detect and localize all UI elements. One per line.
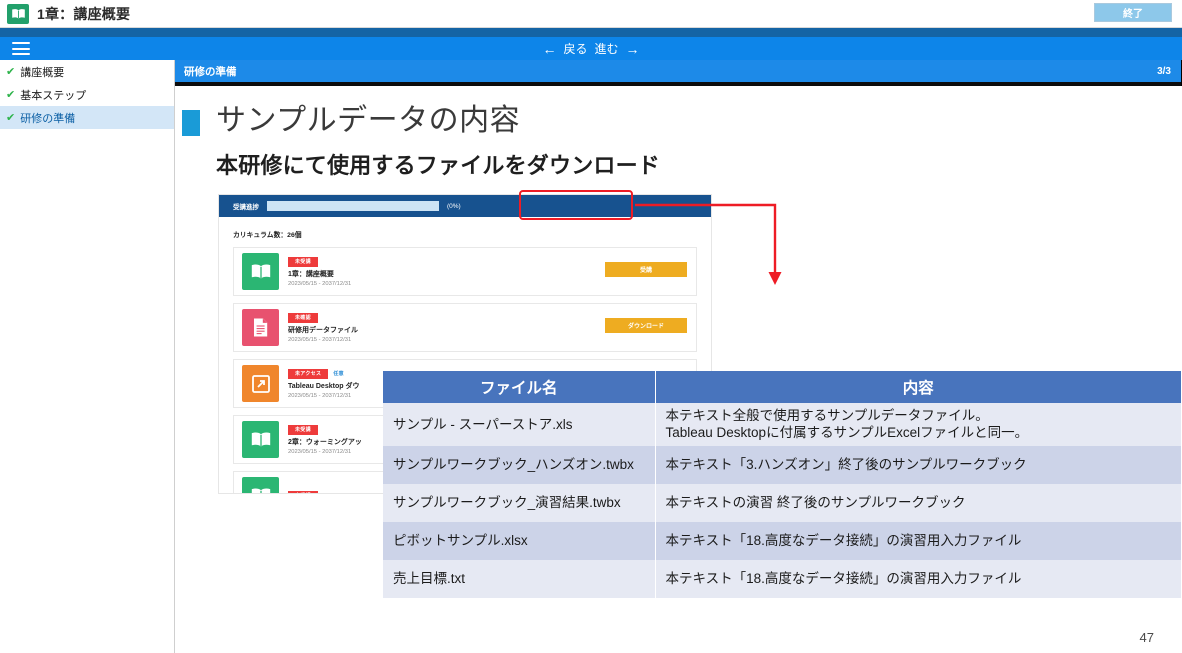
page-number: 47 [1139,630,1154,645]
slide-title: サンプルデータの内容 [216,104,521,137]
page-title: 1章：講座概要 [37,5,131,22]
check-icon: ✔ [6,89,16,101]
header-divider [0,28,1182,37]
progress-percent: (0%) [447,202,461,210]
course-card[interactable]: 未受講 1章：講座概要 2023/05/15 - 2037/12/31 受講 [233,247,697,296]
slide-subtitle: 本研修にて使用するファイルをダウンロード [216,153,661,178]
status-badge: 未アクセス [288,368,329,379]
progress-header: 受講進捗 (0%) [219,195,711,217]
course-meta: 未アクセス 任意 Tableau Desktop ダウ 2023/05/15 -… [288,368,360,399]
table-row: 売上目標.txt 本テキスト「18.高度なデータ接続」の演習用入力ファイル [383,559,1181,598]
forward-button[interactable]: 進む [595,40,619,57]
course-date: 2023/05/15 - 2037/12/31 [288,280,352,287]
status-badge: 未受講 [288,490,318,493]
cell-filename: サンプルワークブック_演習結果.twbx [383,483,656,522]
badge-row: 未アクセス 任意 [288,368,359,379]
badge-row: 未受講 [288,424,362,435]
course-date: 2023/05/15 - 2037/12/31 [288,448,352,455]
badge-row: 未確認 [288,312,358,323]
breadcrumb-label: 研修の準備 [184,65,237,78]
hamburger-menu-icon[interactable] [12,42,30,55]
course-name: Tableau Desktop ダウ [288,382,360,390]
course-name: 1章：講座概要 [288,270,334,278]
sidebar-item-label: 基本ステップ [20,89,87,102]
table-header-row: ファイル名 内容 [383,371,1181,403]
back-button[interactable]: 戻る [563,40,587,57]
file-table: ファイル名 内容 サンプル - スーパーストア.xls 本テキスト全般で使用する… [383,371,1181,598]
status-badge: 未受講 [288,424,318,435]
nav-controls: ← 戻る 進む → [542,40,639,57]
course-date: 2023/05/15 - 2037/12/31 [288,392,352,399]
sidebar-item-label: 研修の準備 [20,112,76,125]
description-line: 本テキスト全般で使用するサンプルデータファイル。 [665,408,989,423]
cell-description: 本テキストの演習 終了後のサンプルワークブック [655,483,1181,522]
table-row: サンプル - スーパーストア.xls 本テキスト全般で使用するサンプルデータファ… [383,403,1181,446]
external-link-icon [242,365,279,402]
cell-filename: 売上目標.txt [383,559,656,598]
table-row: ピボットサンプル.xlsx 本テキスト「18.高度なデータ接続」の演習用入力ファ… [383,521,1181,560]
book-icon [242,253,279,290]
cell-description: 本テキスト「18.高度なデータ接続」の演習用入力ファイル [655,559,1181,598]
forward-arrow-icon[interactable]: → [626,42,640,56]
course-meta: 未受講 2章：ウォーミングアッ 2023/05/15 - 2037/12/31 [288,424,362,455]
back-arrow-icon[interactable]: ← [542,42,556,56]
progress-label: 受講進捗 [233,204,259,211]
sidebar-item-basic-steps[interactable]: ✔ 基本ステップ [0,83,174,106]
slide-heading: サンプルデータの内容 [182,104,520,139]
document-icon [242,309,279,346]
column-header-description: 内容 [655,371,1181,403]
elearning-viewer-window: 1章：講座概要 終了 ← 戻る 進む → ✔ 講座概要 ✔ 基本ステップ ✔ 研… [0,0,1182,653]
book-icon [7,3,29,24]
sidebar-item-training-preparation[interactable]: ✔ 研修の準備 [0,106,174,129]
exit-button[interactable]: 終了 [1094,3,1172,22]
curriculum-count: カリキュラム数：26個 [233,232,302,239]
slide-counter: 3/3 [1157,65,1171,77]
column-header-filename: ファイル名 [383,371,656,403]
cell-description: 本テキスト「18.高度なデータ接続」の演習用入力ファイル [655,521,1181,560]
progress-bar [267,201,439,211]
course-meta: 未受講 1章：講座概要 2023/05/15 - 2037/12/31 [288,256,352,287]
cell-filename: ピボットサンプル.xlsx [383,521,656,560]
course-name: 研修用データファイル [288,326,358,334]
check-icon: ✔ [6,66,16,78]
table-row: サンプルワークブック_演習結果.twbx 本テキストの演習 終了後のサンプルワー… [383,483,1181,522]
course-meta: 未確認 研修用データファイル 2023/05/15 - 2037/12/31 [288,312,358,343]
table-row: サンプルワークブック_ハンズオン.twbx 本テキスト「3.ハンズオン」終了後の… [383,445,1181,484]
navigation-bar: ← 戻る 進む → [0,37,1182,60]
cell-description: 本テキスト全般で使用するサンプルデータファイル。 Tableau Desktop… [655,403,1181,446]
cell-filename: サンプル - スーパーストア.xls [383,403,656,446]
breadcrumb: 研修の準備 3/3 [175,60,1182,82]
book-icon [242,421,279,458]
status-badge: 未確認 [288,312,318,323]
badge-row: 未受講 [288,256,351,267]
take-course-button[interactable]: 受講 [605,262,687,277]
title-accent-square [182,110,200,136]
check-icon: ✔ [6,112,16,124]
sidebar-item-label: 講座概要 [20,66,65,79]
title-bar: 1章：講座概要 終了 [0,0,1182,28]
course-date: 2023/05/15 - 2037/12/31 [288,336,352,343]
chapter-sidebar: ✔ 講座概要 ✔ 基本ステップ ✔ 研修の準備 [0,60,175,653]
badge-row: 未受講 [288,490,318,493]
course-meta: 未受講 [288,490,318,493]
status-badge: 未受講 [288,256,318,267]
download-button[interactable]: ダウンロード [605,318,687,333]
slide-canvas: サンプルデータの内容 本研修にて使用するファイルをダウンロード 受講進捗 (0%… [176,86,1182,653]
cell-description: 本テキスト「3.ハンズオン」終了後のサンプルワークブック [655,445,1181,484]
course-name: 2章：ウォーミングアッ [288,438,362,446]
book-icon [242,477,279,493]
sidebar-item-course-overview[interactable]: ✔ 講座概要 [0,60,174,83]
description-line: Tableau Desktopに付属するサンプルExcelファイルと同一。 [665,425,1029,441]
optional-badge: 任意 [333,371,344,377]
course-card-download[interactable]: 未確認 研修用データファイル 2023/05/15 - 2037/12/31 ダ… [233,303,697,352]
cell-filename: サンプルワークブック_ハンズオン.twbx [383,445,656,484]
